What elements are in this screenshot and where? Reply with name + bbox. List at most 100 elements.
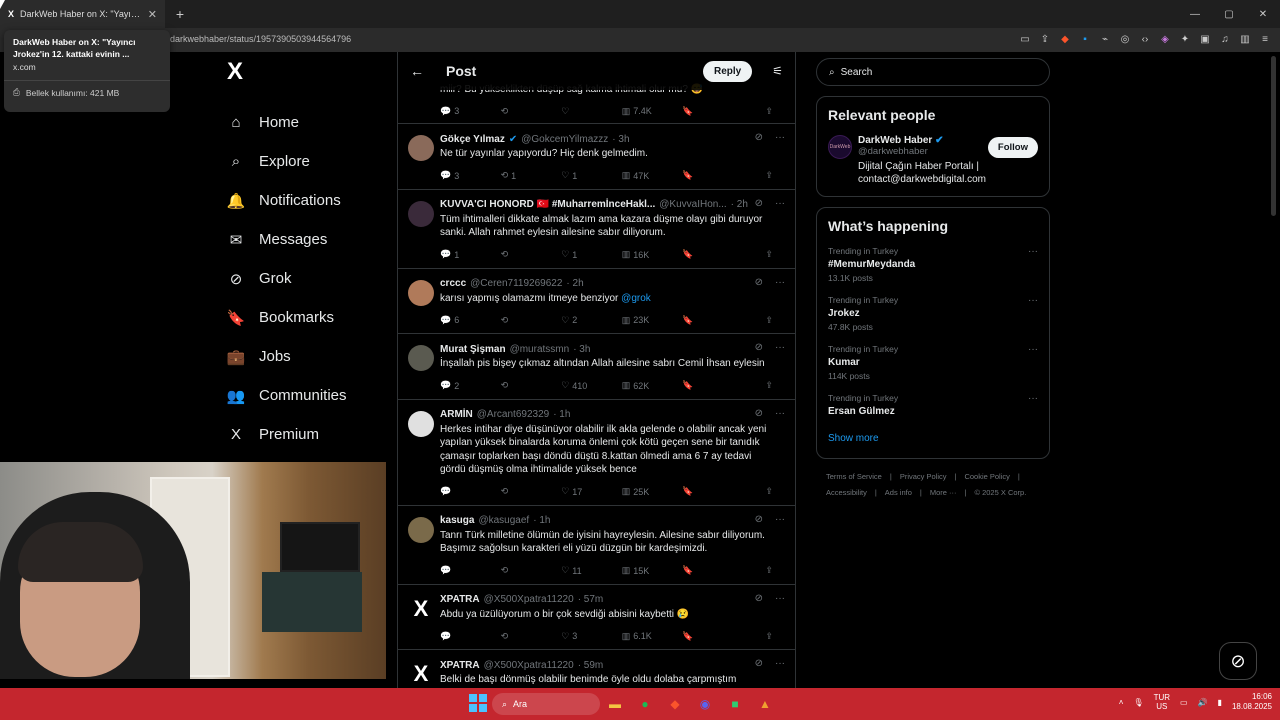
author-name[interactable]: XPATRA <box>440 594 480 605</box>
spotify-icon[interactable]: ● <box>634 693 656 715</box>
grok-icon[interactable]: ⊘ <box>755 593 763 604</box>
share-icon[interactable]: ⇪ <box>743 249 773 260</box>
clock[interactable]: 16:06 18.08.2025 <box>1232 692 1272 712</box>
volume-icon[interactable]: 🔊 <box>1198 698 1208 707</box>
footer-link[interactable]: Terms of Service <box>826 472 882 481</box>
views-icon[interactable]: ▥ 25K <box>622 486 662 497</box>
network-icon[interactable]: ▭ <box>1180 698 1188 707</box>
more-icon[interactable]: ··· <box>775 514 785 525</box>
grok-icon[interactable]: ⊘ <box>755 342 763 353</box>
more-icon[interactable]: ··· <box>775 408 785 419</box>
repost-icon[interactable]: ⟲ <box>501 249 541 260</box>
show-more-link[interactable]: Show more <box>828 433 1038 444</box>
like-icon[interactable]: ♡ 1 <box>561 170 601 181</box>
trend-item[interactable]: Trending in Turkey Kumar 114K posts ··· <box>828 344 1038 381</box>
avatar[interactable] <box>408 200 434 227</box>
reply-icon[interactable]: 💬 3 <box>440 170 480 181</box>
taskbar-search[interactable]: ⌕ Ara <box>492 693 600 715</box>
repost-icon[interactable]: ⟲ <box>501 565 541 576</box>
reply-icon[interactable]: 💬 3 <box>440 106 480 117</box>
author-name[interactable]: ARMİN <box>440 409 473 420</box>
share-icon[interactable]: ⇪ <box>743 565 773 576</box>
views-icon[interactable]: ▥ 16K <box>622 249 662 260</box>
avatar[interactable]: DarkWeb <box>828 135 852 159</box>
bookmark-icon[interactable]: 🔖 <box>682 486 722 497</box>
sidebar-icon[interactable]: ▥ <box>1238 32 1252 46</box>
more-icon[interactable]: ··· <box>775 132 785 143</box>
author-handle[interactable]: @Arcant692329 <box>477 409 549 420</box>
post-time[interactable]: · 3h <box>573 344 590 355</box>
x-logo-icon[interactable]: X <box>218 58 396 88</box>
footer-link[interactable]: | <box>920 488 922 497</box>
avatar[interactable]: X <box>408 595 434 622</box>
more-icon[interactable]: ··· <box>775 658 785 669</box>
footer-link[interactable]: | <box>955 472 957 481</box>
author-name[interactable]: XPATRA <box>440 660 480 671</box>
share-icon[interactable]: ⇪ <box>743 170 773 181</box>
nav-item-home[interactable]: ⌂ Home <box>218 103 396 142</box>
reply-icon[interactable]: 💬 <box>440 486 480 497</box>
views-icon[interactable]: ▥ 15K <box>622 565 662 576</box>
grok-icon[interactable]: ⊘ <box>755 514 763 525</box>
bookmark-icon[interactable]: 🔖 <box>682 106 722 117</box>
discord-icon[interactable]: ◉ <box>694 693 716 715</box>
more-icon[interactable]: ··· <box>1028 344 1038 355</box>
extension-icon[interactable]: ‹› <box>1138 32 1152 46</box>
post-time[interactable]: · 57m <box>578 594 604 605</box>
new-tab-button[interactable]: + <box>171 6 189 22</box>
extension-icon[interactable]: ◈ <box>1158 32 1172 46</box>
cast-icon[interactable]: ▭ <box>1018 32 1032 46</box>
footer-link[interactable]: | <box>890 472 892 481</box>
author-handle[interactable]: @muratssmn <box>510 344 570 355</box>
author-name[interactable]: kasuga <box>440 515 474 526</box>
author-name[interactable]: Gökçe Yılmaz <box>440 134 505 145</box>
author-name[interactable]: Murat Şişman <box>440 344 506 355</box>
footer-link[interactable]: Privacy Policy <box>900 472 947 481</box>
bookmark-icon[interactable]: 🔖 <box>682 170 722 181</box>
nav-item-bookmarks[interactable]: 🔖 Bookmarks <box>218 298 396 337</box>
bookmark-icon[interactable]: 🔖 <box>682 249 722 260</box>
repost-icon[interactable]: ⟲ <box>501 631 541 642</box>
reply-icon[interactable]: 💬 2 <box>440 380 480 391</box>
file-explorer-icon[interactable]: ▬ <box>604 693 626 715</box>
reply-icon[interactable]: 💬 <box>440 565 480 576</box>
post-time[interactable]: · 59m <box>578 660 604 671</box>
language-indicator[interactable]: TUR US <box>1154 693 1170 711</box>
like-icon[interactable]: ♡ 17 <box>561 486 601 497</box>
author-handle[interactable]: @KuvvaIHon... <box>659 199 726 210</box>
settings-sliders-icon[interactable]: ⚟ <box>772 64 783 78</box>
extension-icon[interactable]: ▪ <box>1078 32 1092 46</box>
like-icon[interactable]: ♡ <box>561 106 601 117</box>
like-icon[interactable]: ♡ 2 <box>561 315 601 326</box>
grok-icon[interactable]: ⊘ <box>755 198 763 209</box>
footer-link[interactable]: | <box>965 488 967 497</box>
author-handle[interactable]: @X500Xpatra11220 <box>484 594 574 605</box>
views-icon[interactable]: ▥ 7.4K <box>622 106 662 117</box>
trend-item[interactable]: Trending in Turkey #MemurMeydanda 13.1K po… <box>828 246 1038 283</box>
repost-icon[interactable]: ⟲ 1 <box>501 170 541 181</box>
avatar[interactable] <box>408 135 434 161</box>
share-icon[interactable]: ⇪ <box>743 486 773 497</box>
more-icon[interactable]: ··· <box>1028 295 1038 306</box>
browser-tab[interactable]: X DarkWeb Haber on X: "Yayıncı Jr... ✕ <box>0 0 165 28</box>
author-handle[interactable]: @Ceren7119269622 <box>470 278 562 289</box>
grok-icon[interactable]: ⊘ <box>755 408 763 419</box>
grok-icon[interactable]: ⊘ <box>755 277 763 288</box>
more-icon[interactable]: ··· <box>1028 246 1038 257</box>
share-icon[interactable]: ⇪ <box>743 380 773 391</box>
views-icon[interactable]: ▥ 23K <box>622 315 662 326</box>
author-handle[interactable]: @kasugaef <box>478 515 529 526</box>
post-time[interactable]: · 2h <box>566 278 583 289</box>
repost-icon[interactable]: ⟲ <box>501 106 541 117</box>
post-time[interactable]: · 1h <box>533 515 550 526</box>
grok-floating-button[interactable]: ⊘ <box>1219 642 1257 680</box>
reply-post[interactable]: X XPATRA @X500Xpatra11220 · 57m ⊘ ··· Abdu ya … <box>398 585 795 650</box>
maximize-button[interactable]: ▢ <box>1212 0 1246 28</box>
footer-link[interactable]: Cookie Policy <box>964 472 1009 481</box>
reply-post[interactable]: kasuga @kasugaef · 1h ⊘ ··· Tanrı Türk millet… <box>398 506 795 585</box>
nav-item-grok[interactable]: ⊘ Grok <box>218 259 396 298</box>
footer-link[interactable]: Ads info <box>885 488 912 497</box>
author-handle[interactable]: @GokcemYilmazzz <box>521 134 608 145</box>
app-icon[interactable]: ■ <box>724 693 746 715</box>
repost-icon[interactable]: ⟲ <box>501 486 541 497</box>
